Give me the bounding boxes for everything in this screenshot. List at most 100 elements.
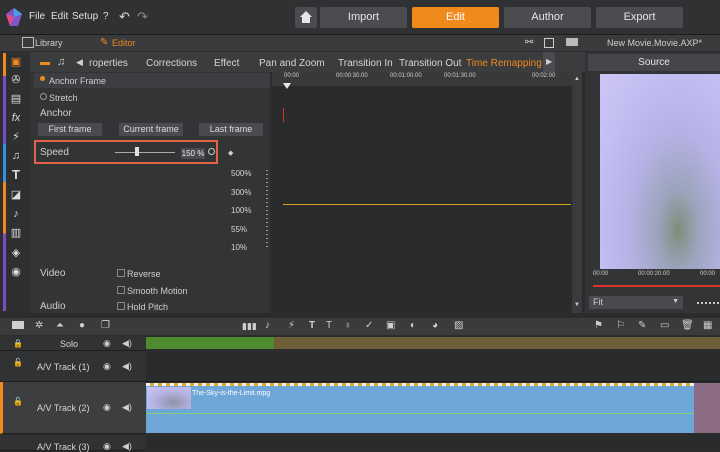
transition-bolt-icon[interactable]: ⚡	[10, 131, 22, 143]
timeline-view-icon[interactable]	[12, 321, 24, 329]
zoom-slider[interactable]	[697, 302, 720, 304]
eye-icon[interactable]: ◉	[103, 361, 111, 372]
playhead-marker[interactable]	[283, 83, 291, 89]
lock-icon[interactable]: 🔓	[13, 358, 23, 367]
pen-icon[interactable]: ✎	[638, 320, 646, 331]
soundtrack-icon[interactable]: ♪	[10, 208, 22, 220]
speaker-icon[interactable]: ◀)	[122, 402, 132, 413]
flag-icon[interactable]: ⚐	[616, 320, 625, 331]
lock-icon[interactable]: 🔒	[13, 339, 23, 348]
home-button[interactable]	[295, 7, 317, 28]
audio-mixer-icon[interactable]: ▮▮▮	[242, 321, 257, 332]
trash-icon[interactable]: 🗑	[681, 320, 694, 331]
menu-edit[interactable]: Edit	[51, 11, 68, 22]
title-tool-icon[interactable]: T	[309, 320, 315, 331]
hold-pitch-checkbox[interactable]	[117, 302, 125, 310]
subtitle-icon[interactable]: ▣	[386, 320, 395, 331]
color-icon[interactable]: ◕	[432, 320, 438, 331]
speaker-icon[interactable]: ◀)	[122, 338, 132, 349]
tabs-scroll-right[interactable]: ▶	[543, 52, 555, 72]
speaker-icon[interactable]: ◀)	[122, 441, 132, 452]
record-icon[interactable]: ●	[79, 320, 85, 331]
menu-file[interactable]: File	[29, 11, 45, 22]
tabs-scroll-left-icon[interactable]: ◀	[76, 57, 83, 68]
reverse-checkbox[interactable]	[117, 269, 125, 277]
montage-icon[interactable]: ◪	[10, 189, 22, 201]
keyframe-diamond-icon[interactable]: ◆	[228, 149, 233, 157]
speed-reset-icon[interactable]	[208, 148, 215, 155]
tab-effect[interactable]: Effect	[214, 58, 239, 69]
import-tab[interactable]: Import	[320, 7, 407, 28]
editor-tab[interactable]: Editor	[112, 38, 136, 48]
settings-gear-icon[interactable]: ✲	[35, 320, 43, 331]
image-icon[interactable]: ▨	[454, 320, 463, 331]
menu-help[interactable]: ?	[103, 11, 109, 22]
track-3-lane[interactable]	[146, 435, 720, 450]
eye-icon[interactable]: ◉	[103, 338, 111, 349]
fit-dropdown[interactable]: Fit ▼	[589, 296, 683, 309]
video-tab-icon[interactable]: ▬	[40, 57, 50, 68]
motion-icon[interactable]: ✓	[365, 320, 373, 331]
window-icon[interactable]	[544, 38, 554, 48]
dual-view-icon[interactable]	[566, 38, 578, 46]
audio-tab-icon[interactable]: ♫	[57, 56, 65, 68]
anchor-frame-radio[interactable]	[40, 76, 45, 81]
fx-icon[interactable]: fx	[10, 112, 22, 124]
graph-scrollbar[interactable]: ▲ ▼	[572, 72, 582, 313]
disc-icon[interactable]: ◉	[10, 266, 22, 278]
video-clip[interactable]: The-Sky-is-the-Limit.mpg	[146, 383, 694, 433]
media-bin-icon[interactable]: ▣	[10, 56, 22, 68]
piano-icon[interactable]: ▥	[10, 227, 22, 239]
library-tab[interactable]: Library	[35, 38, 63, 48]
marker-icon[interactable]: ⚑	[594, 320, 603, 331]
last-frame-button[interactable]: Last frame	[199, 123, 263, 136]
eye-icon[interactable]: ◉	[103, 441, 111, 452]
first-frame-button[interactable]: First frame	[38, 123, 102, 136]
tab-properties[interactable]: roperties	[89, 58, 128, 69]
author-tab[interactable]: Author	[504, 7, 591, 28]
audio-wave-icon[interactable]: ◈	[10, 247, 22, 259]
speed-graph[interactable]	[272, 72, 572, 313]
microphone-icon[interactable]: ♁	[344, 320, 352, 331]
edit-tab[interactable]: Edit	[412, 7, 499, 28]
time-ruler[interactable]	[272, 72, 572, 86]
tab-transition-in[interactable]: Transition In	[338, 58, 393, 69]
link-icon[interactable]: ⚯	[525, 37, 533, 48]
music-icon[interactable]: ♫	[10, 150, 22, 162]
source-progress-bar[interactable]	[593, 285, 720, 287]
split-icon[interactable]: ⚡	[288, 320, 295, 331]
tab-time-remapping[interactable]: Time Remapping	[466, 58, 542, 69]
grid-icon[interactable]: ▦	[703, 320, 712, 331]
lock-icon[interactable]: 🔓	[13, 397, 23, 406]
track-1-lane[interactable]	[146, 351, 720, 382]
storyboard-icon[interactable]: ❐	[101, 320, 110, 331]
palette-icon[interactable]: ◐	[410, 320, 416, 331]
solo-lane-range[interactable]	[146, 337, 274, 349]
scroll-down-icon[interactable]: ▼	[574, 302, 580, 308]
tab-corrections[interactable]: Corrections	[146, 58, 197, 69]
redo-icon[interactable]: ↷	[137, 9, 148, 25]
current-frame-button[interactable]: Current frame	[119, 123, 183, 136]
speed-slider-track[interactable]	[115, 152, 175, 153]
solo-lane-rest[interactable]	[274, 337, 720, 349]
undo-icon[interactable]: ↶	[119, 9, 130, 25]
globe-icon[interactable]: ✇	[10, 74, 22, 86]
speed-value-field[interactable]: 150 %	[181, 148, 205, 159]
smooth-motion-checkbox[interactable]	[117, 286, 125, 294]
folder-icon[interactable]: ▤	[10, 93, 22, 105]
speaker-icon[interactable]: ◀)	[122, 361, 132, 372]
export-tab[interactable]: Export	[596, 7, 683, 28]
scroll-up-icon[interactable]: ▲	[574, 76, 580, 82]
eye-icon[interactable]: ◉	[103, 402, 111, 413]
tab-pan-and-zoom[interactable]: Pan and Zoom	[259, 58, 325, 69]
speed-slider-thumb[interactable]	[134, 147, 139, 156]
menu-setup[interactable]: Setup	[72, 11, 98, 22]
title-text-icon[interactable]: T	[10, 168, 22, 181]
tab-transition-out[interactable]: Transition Out	[399, 58, 461, 69]
stretch-radio[interactable]	[40, 93, 47, 100]
beat-marker-icon[interactable]: ♪	[265, 320, 270, 331]
keyboard-icon[interactable]: ▭	[660, 320, 669, 331]
track-options-icon[interactable]: ⏶	[56, 320, 64, 331]
speed-curve-line[interactable]	[283, 204, 571, 205]
text-tool-icon[interactable]: T	[326, 320, 332, 331]
